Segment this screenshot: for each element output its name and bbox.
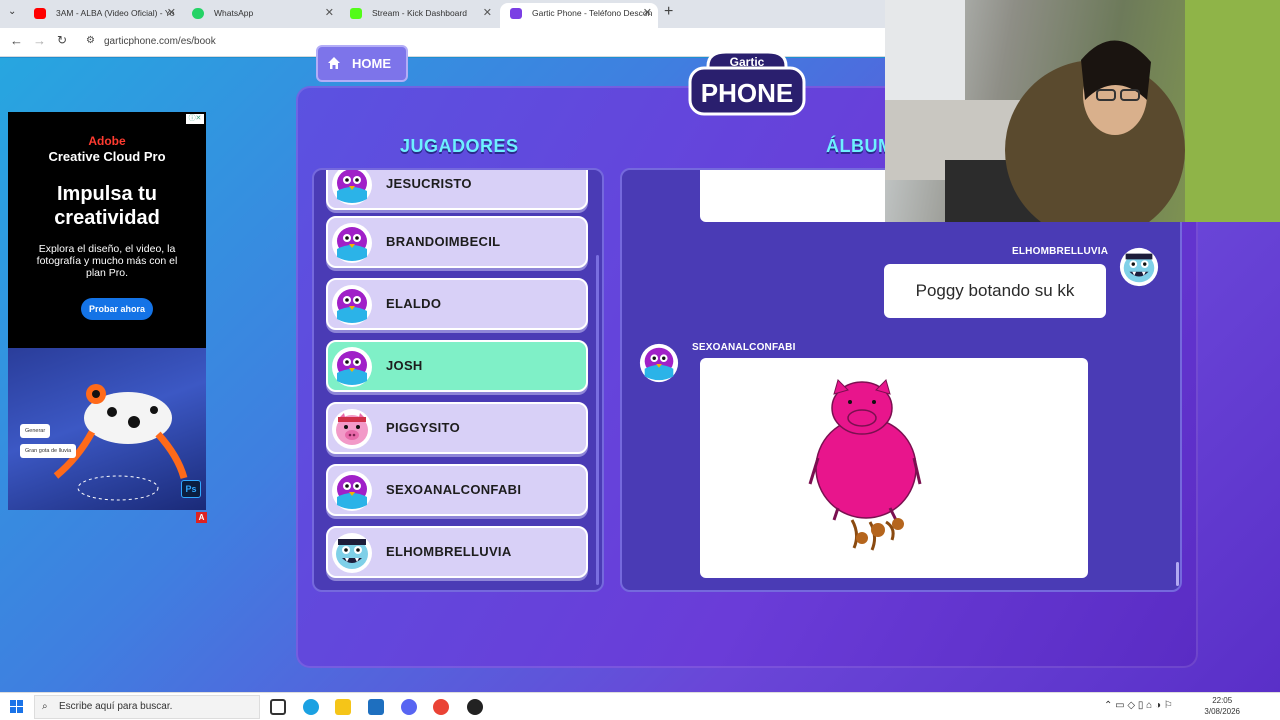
monster-avatar-icon	[1119, 247, 1159, 287]
player-name: SEXOANALCONFABI	[386, 482, 522, 497]
guess-username: ELHOMBRELLUVIA	[1012, 246, 1109, 257]
windows-start-icon[interactable]	[10, 700, 23, 713]
player-name: JOSH	[386, 358, 423, 373]
home-icon	[328, 57, 340, 69]
tab-label: WhatsApp	[214, 8, 254, 18]
back-icon[interactable]: ←	[10, 33, 23, 48]
pig-drawing	[808, 379, 922, 551]
ad-chip-generate: Generar	[20, 424, 51, 438]
task-view-icon[interactable]	[270, 699, 286, 715]
player-row: JESUCRISTO	[326, 170, 588, 210]
home-label: HOME	[352, 56, 391, 71]
player-name: BRANDOIMBECIL	[386, 234, 501, 249]
ad-cta-button[interactable]: Probar ahora	[81, 298, 153, 320]
tab-label: 3AM - ALBA (Video Oficial) - Yo	[56, 8, 175, 18]
search-placeholder: Escribe aquí para buscar.	[59, 701, 173, 712]
site-info-icon[interactable]: ⚙	[86, 35, 95, 46]
pig-avatar-icon	[332, 409, 372, 449]
players-heading: JUGADORES	[400, 136, 519, 156]
player-row: ELHOMBRELLUVIA	[326, 526, 588, 578]
ad-chip-prompt: Gran gota de lluvia	[20, 444, 77, 458]
album-panel: ELHOMBRELLUVIA Poggy botando su kk SEXOA…	[620, 168, 1182, 592]
store-icon[interactable]	[368, 699, 384, 715]
player-name: ELALDO	[386, 296, 442, 311]
youtube-icon	[34, 8, 46, 19]
player-row: PIGGYSITO	[326, 402, 588, 454]
close-icon[interactable]: ✕	[325, 3, 334, 24]
logo-bottom-text: PHONE	[701, 78, 793, 108]
file-explorer-icon[interactable]	[335, 699, 351, 715]
album-heading: ÁLBUM	[826, 136, 894, 156]
gartic-phone-logo: Gartic PHONE	[688, 50, 806, 116]
gartic-icon	[510, 8, 522, 19]
album-scrollbar[interactable]	[1176, 562, 1179, 586]
player-row: SEXOANALCONFABI	[326, 464, 588, 516]
adobe-ad[interactable]: ⓘ✕ Adobe Creative Cloud Pro Impulsa tu c…	[8, 112, 206, 510]
tab-gartic-phone[interactable]: Gartic Phone - Teléfono Descon ✕	[500, 3, 658, 28]
ad-headline: Impulsa tu creatividad	[54, 183, 160, 229]
reload-icon[interactable]: ↻	[57, 33, 67, 47]
logo-top-text: Gartic	[730, 55, 765, 69]
clock-date: 3/08/2026	[1204, 707, 1240, 716]
tab-search-chevron-icon[interactable]: ⌄	[8, 6, 16, 17]
tray-icons[interactable]: ⌃ ▭ ◇ ▯ ⌂ ◑ ⚐	[1104, 700, 1173, 711]
tab-whatsapp[interactable]: WhatsApp ✕	[182, 3, 340, 28]
ad-product: Creative Cloud Pro	[48, 149, 166, 164]
drawing-card	[700, 358, 1088, 578]
taskbar-search-input[interactable]: ⌕ Escribe aquí para buscar.	[34, 695, 260, 719]
clock-time: 22:05	[1212, 696, 1233, 705]
bird-avatar-icon	[332, 471, 372, 511]
tab-label: Stream - Kick Dashboard	[372, 8, 467, 18]
new-tab-icon[interactable]: +	[664, 3, 673, 21]
bird-avatar-icon	[332, 223, 372, 263]
players-panel: JESUCRISTO BRANDOIMBECIL ELALDO JOSH PIG…	[312, 168, 604, 592]
tab-label: Gartic Phone - Teléfono Descon	[532, 8, 653, 18]
kick-icon	[350, 8, 362, 19]
home-button[interactable]: HOME	[316, 45, 408, 82]
clock[interactable]: 22:05 3/08/2026	[1204, 695, 1240, 717]
close-icon[interactable]: ✕	[483, 3, 492, 24]
adchoices-icon[interactable]: A	[196, 512, 207, 523]
close-icon[interactable]: ✕	[643, 3, 652, 24]
edge-icon[interactable]	[303, 699, 319, 715]
bird-avatar-icon	[639, 343, 679, 383]
whatsapp-icon	[192, 8, 204, 19]
drawing-username: SEXOANALCONFABI	[692, 342, 796, 353]
ad-info-icon[interactable]: ⓘ✕	[186, 114, 204, 124]
search-icon: ⌕	[42, 701, 48, 712]
tab-youtube[interactable]: 3AM - ALBA (Video Oficial) - Yo ✕	[24, 3, 182, 28]
discord-icon[interactable]	[401, 699, 417, 715]
players-scrollbar[interactable]	[596, 255, 599, 585]
webcam-overlay	[885, 0, 1280, 222]
forward-icon[interactable]: →	[33, 33, 46, 48]
bird-avatar-icon	[332, 285, 372, 325]
tab-kick[interactable]: Stream - Kick Dashboard ✕	[340, 3, 498, 28]
obs-icon[interactable]	[467, 699, 483, 715]
ad-body: Explora el diseño, el video, la fotograf…	[36, 243, 178, 279]
bird-avatar-icon	[332, 170, 372, 205]
chrome-icon[interactable]	[433, 699, 449, 715]
url-field[interactable]: garticphone.com/es/book	[104, 33, 216, 51]
player-name: JESUCRISTO	[386, 176, 472, 191]
taskbar: ⌕ Escribe aquí para buscar. ⌃ ▭ ◇ ▯ ⌂ ◑ …	[0, 692, 1280, 720]
close-icon[interactable]: ✕	[167, 3, 176, 24]
player-row-active: JOSH	[326, 340, 588, 392]
photoshop-icon: Ps	[181, 480, 201, 498]
guess-bubble: Poggy botando su kk	[884, 264, 1106, 318]
webcam-image	[885, 0, 1280, 222]
player-name: PIGGYSITO	[386, 420, 460, 435]
player-name: ELHOMBRELLUVIA	[386, 544, 512, 559]
player-row: BRANDOIMBECIL	[326, 216, 588, 268]
monster-avatar-icon	[332, 533, 372, 573]
ad-frog-image: Generar Gran gota de lluvia	[8, 348, 206, 510]
bird-avatar-icon	[332, 347, 372, 387]
player-row: ELALDO	[326, 278, 588, 330]
ad-brand: Adobe	[88, 134, 126, 148]
